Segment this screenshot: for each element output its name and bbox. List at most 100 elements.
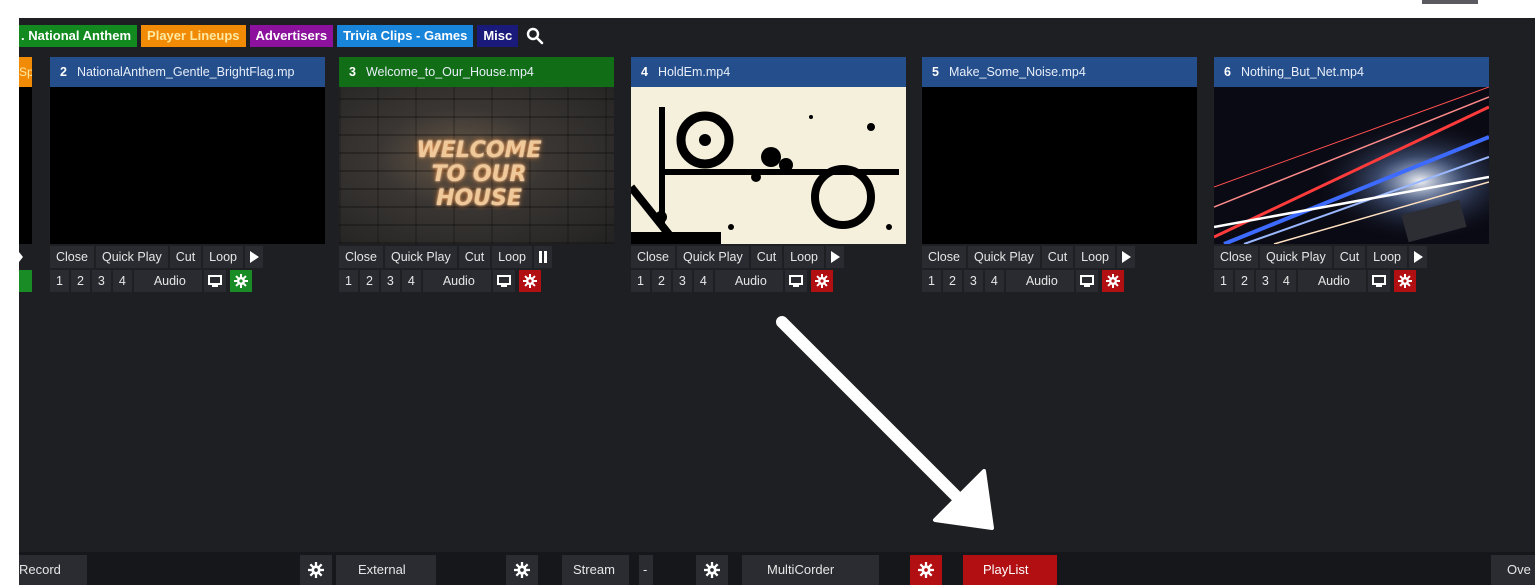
- multicorder-button[interactable]: MultiCorder: [742, 555, 879, 585]
- cut-button[interactable]: Cut: [1041, 246, 1074, 268]
- monitor-icon[interactable]: [784, 270, 807, 292]
- cut-button[interactable]: Cut: [169, 246, 202, 268]
- gear-icon[interactable]: [810, 270, 833, 292]
- stream-dropdown[interactable]: -: [639, 555, 653, 585]
- overlay-2-button[interactable]: 2: [942, 270, 962, 292]
- close-button[interactable]: Close: [1214, 246, 1258, 268]
- input-preview[interactable]: WELCOME TO OUR HOUSE: [339, 87, 614, 244]
- input-header[interactable]: 4 HoldEm.mp4: [631, 57, 906, 87]
- overlay-1-button[interactable]: 1: [631, 270, 650, 292]
- external-button[interactable]: External: [336, 555, 436, 585]
- overlay-2-button[interactable]: 2: [70, 270, 90, 292]
- loop-button[interactable]: Loop: [492, 246, 532, 268]
- overlay-4-button[interactable]: 4: [112, 270, 132, 292]
- overlay-1-button[interactable]: 1: [339, 270, 358, 292]
- close-button[interactable]: Close: [339, 246, 383, 268]
- input-3[interactable]: 3 Welcome_to_Our_House.mp4 WELCOME TO OUR…: [339, 57, 614, 292]
- overlay-4-button[interactable]: 4: [401, 270, 421, 292]
- monitor-icon[interactable]: [492, 270, 515, 292]
- input-preview[interactable]: [1214, 87, 1489, 244]
- overlay-1-button[interactable]: 1: [922, 270, 941, 292]
- close-button[interactable]: Close: [50, 246, 94, 268]
- input-header[interactable]: 6 Nothing_But_Net.mp4: [1214, 57, 1489, 87]
- close-button[interactable]: Close: [631, 246, 675, 268]
- input-header[interactable]: 3 Welcome_to_Our_House.mp4: [339, 57, 614, 87]
- tab-player-lineups[interactable]: Player Lineups: [141, 25, 246, 47]
- multicorder-settings-gear-icon[interactable]: [696, 555, 728, 585]
- overlay-4-button[interactable]: 4: [693, 270, 713, 292]
- quick-play-button[interactable]: Quick Play: [95, 246, 168, 268]
- close-button[interactable]: Close: [922, 246, 966, 268]
- previous-input-partial[interactable]: Sp: [19, 57, 32, 292]
- input-6[interactable]: 6 Nothing_But_Net.mp4 Close Quick Play C…: [1214, 57, 1489, 292]
- search-icon[interactable]: [522, 24, 548, 48]
- input-header[interactable]: 5 Make_Some_Noise.mp4: [922, 57, 1197, 87]
- input-preview[interactable]: [50, 87, 325, 244]
- input-filename: Welcome_to_Our_House.mp4: [365, 65, 534, 79]
- overlay-1-button[interactable]: 1: [1214, 270, 1233, 292]
- vmix-main-window: . National Anthem Player Lineups Adverti…: [19, 18, 1535, 585]
- overlay-2-button[interactable]: 2: [1234, 270, 1254, 292]
- input-overlay-row: 1 2 3 4 Audio: [922, 270, 1197, 292]
- cut-button[interactable]: Cut: [458, 246, 491, 268]
- stream-settings-gear-icon[interactable]: [506, 555, 538, 585]
- overlay-1-button[interactable]: 1: [50, 270, 69, 292]
- overlay-2-button[interactable]: 2: [359, 270, 379, 292]
- play-icon[interactable]: [244, 246, 263, 268]
- loop-button[interactable]: Loop: [1075, 246, 1115, 268]
- preview-title-text: WELCOME TO OUR HOUSE: [416, 138, 542, 211]
- input-5[interactable]: 5 Make_Some_Noise.mp4 Close Quick Play Cu…: [922, 57, 1197, 292]
- stream-button[interactable]: Stream: [562, 555, 629, 585]
- input-2[interactable]: 2 NationalAnthem_Gentle_BrightFlag.mp Clo…: [50, 57, 325, 292]
- input-controls-row: Close Quick Play Cut Loop: [631, 246, 906, 268]
- overlay-4-button[interactable]: 4: [984, 270, 1004, 292]
- cut-button[interactable]: Cut: [750, 246, 783, 268]
- loop-button[interactable]: Loop: [784, 246, 824, 268]
- play-icon[interactable]: [825, 246, 844, 268]
- overlay-3-button[interactable]: 3: [963, 270, 983, 292]
- overlay-3-button[interactable]: 3: [91, 270, 111, 292]
- playlist-button[interactable]: PlayList: [963, 555, 1057, 585]
- overlay-button[interactable]: Ove: [1491, 555, 1535, 585]
- quick-play-button[interactable]: Quick Play: [967, 246, 1040, 268]
- monitor-icon[interactable]: [203, 270, 226, 292]
- monitor-icon[interactable]: [1367, 270, 1390, 292]
- tab-misc[interactable]: Misc: [477, 25, 519, 47]
- external-settings-gear-icon[interactable]: [300, 555, 332, 585]
- audio-button[interactable]: Audio: [133, 270, 202, 292]
- quick-play-button[interactable]: Quick Play: [1259, 246, 1332, 268]
- gear-icon[interactable]: [1393, 270, 1416, 292]
- input-preview[interactable]: [631, 87, 906, 244]
- tab-national-anthem[interactable]: . National Anthem: [19, 25, 138, 47]
- overlay-2-button[interactable]: 2: [651, 270, 671, 292]
- gear-icon[interactable]: [518, 270, 541, 292]
- gear-icon[interactable]: [229, 270, 252, 292]
- loop-button[interactable]: Loop: [1367, 246, 1407, 268]
- gear-icon[interactable]: [1101, 270, 1124, 292]
- play-icon[interactable]: [1116, 246, 1135, 268]
- record-button[interactable]: Record: [19, 555, 87, 585]
- playlist-settings-gear-icon[interactable]: [910, 555, 942, 585]
- audio-button[interactable]: Audio: [422, 270, 491, 292]
- overlay-3-button[interactable]: 3: [380, 270, 400, 292]
- grunge-graphic: [631, 107, 899, 244]
- play-icon[interactable]: [1408, 246, 1427, 268]
- loop-button[interactable]: Loop: [203, 246, 243, 268]
- cut-button[interactable]: Cut: [1333, 246, 1366, 268]
- monitor-icon[interactable]: [1075, 270, 1098, 292]
- input-preview[interactable]: [922, 87, 1197, 244]
- overlay-3-button[interactable]: 3: [1255, 270, 1275, 292]
- overlay-3-button[interactable]: 3: [672, 270, 692, 292]
- input-header[interactable]: 2 NationalAnthem_Gentle_BrightFlag.mp: [50, 57, 325, 87]
- pause-icon[interactable]: [533, 246, 552, 268]
- input-filename: HoldEm.mp4: [657, 65, 731, 79]
- tab-trivia-clips-games[interactable]: Trivia Clips - Games: [337, 25, 474, 47]
- quick-play-button[interactable]: Quick Play: [384, 246, 457, 268]
- tab-advertisers[interactable]: Advertisers: [249, 25, 334, 47]
- audio-button[interactable]: Audio: [1297, 270, 1366, 292]
- quick-play-button[interactable]: Quick Play: [676, 246, 749, 268]
- audio-button[interactable]: Audio: [1005, 270, 1074, 292]
- overlay-4-button[interactable]: 4: [1276, 270, 1296, 292]
- input-4[interactable]: 4 HoldEm.mp4 Close Quick Play Cut Loop 1…: [631, 57, 906, 292]
- audio-button[interactable]: Audio: [714, 270, 783, 292]
